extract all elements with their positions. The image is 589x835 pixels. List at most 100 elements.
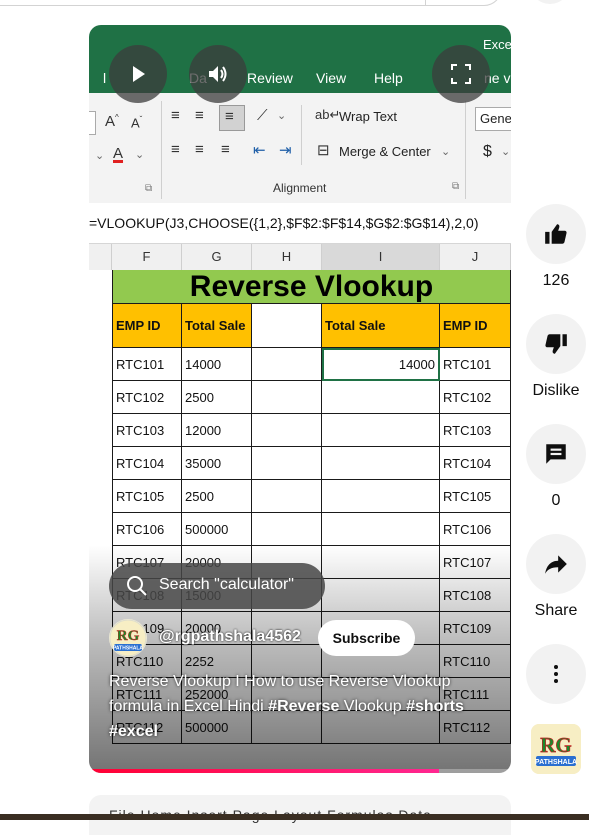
cell-emp-id: RTC105	[112, 480, 182, 513]
search-suggestion-chip[interactable]: Search "calculator"	[109, 563, 325, 609]
cell-lookup-id: RTC101	[440, 348, 511, 381]
orientation-icon: ⟋	[257, 107, 268, 124]
cell-result	[322, 447, 440, 480]
channel-avatar[interactable]: RG PATHSHALA	[109, 619, 147, 657]
column-header-g: G	[182, 244, 252, 270]
tab-view: View	[316, 70, 347, 86]
short-video-player[interactable]: Exce Da Review View Help ne v l A^ Aˇ ⌄ …	[89, 25, 511, 773]
share-arrow-icon	[545, 555, 567, 574]
column-header-i: I	[322, 244, 440, 270]
subscribe-button[interactable]: Subscribe	[318, 620, 415, 656]
cell-emp-id: RTC104	[112, 447, 182, 480]
font-color-icon: A	[113, 145, 124, 162]
cell-total-sale: 35000	[182, 447, 252, 480]
cell-blank	[252, 480, 322, 513]
chevron-down-icon: ⌄	[95, 150, 105, 162]
font-dialog-launcher-icon: ⧉	[145, 183, 153, 194]
align-left-icon: ≡	[171, 141, 180, 158]
channel-handle[interactable]: @rgpathshala4562	[159, 628, 301, 646]
ribbon-divider	[161, 101, 162, 199]
tab-review: Review	[247, 70, 293, 86]
column-header-blank	[89, 244, 112, 270]
font-size-box	[89, 111, 96, 135]
chevron-down-icon: ⌄	[277, 110, 287, 122]
cell-lookup-id: RTC104	[440, 447, 511, 480]
svg-text:RG: RG	[540, 733, 572, 757]
sheet-title: Reverse Vlookup	[112, 270, 511, 304]
chevron-down-icon: ⌄	[441, 146, 451, 158]
column-header-j: J	[440, 244, 511, 270]
cell-emp-id: RTC101	[112, 348, 182, 381]
align-bottom-button: ≡	[219, 105, 245, 131]
merge-center-label: Merge & Center	[339, 144, 431, 159]
cell-blank	[252, 348, 322, 381]
comment-icon	[546, 444, 566, 464]
mute-button[interactable]	[189, 45, 247, 103]
top-icon-button[interactable]	[530, 0, 570, 4]
cell-result	[322, 480, 440, 513]
cell-total-sale: 500000	[182, 513, 252, 546]
column-headers: F G H I J	[89, 244, 511, 271]
number-format-box: Gener	[475, 107, 511, 131]
cell-total-sale: 2500	[182, 480, 252, 513]
like-button[interactable]	[526, 204, 586, 264]
hashtag-link[interactable]: #Reverse	[268, 698, 339, 715]
top-search-bar[interactable]	[0, 0, 502, 6]
header-emp-id: EMP ID	[112, 304, 182, 348]
svg-text:RG: RG	[117, 628, 140, 644]
increase-indent-icon: ⇥	[279, 142, 292, 159]
cell-total-sale: 14000	[182, 348, 252, 381]
play-button[interactable]	[109, 45, 167, 103]
hashtag-link[interactable]: #excel	[109, 723, 158, 740]
cell-lookup-id: RTC103	[440, 414, 511, 447]
cell-result: 14000	[322, 348, 440, 381]
merge-center-icon: ⊟	[317, 142, 330, 159]
cell-total-sale: 2500	[182, 381, 252, 414]
number-format-label: Gener	[480, 111, 511, 126]
cell-result	[322, 414, 440, 447]
svg-text:PATHSHALA: PATHSHALA	[113, 646, 143, 652]
share-button[interactable]	[526, 534, 586, 594]
formula-text: =VLOOKUP(J3,CHOOSE({1,2},$F$2:$F$14,$G$2…	[89, 215, 479, 231]
bottom-edge-bar	[0, 814, 589, 820]
align-right-icon: ≡	[221, 141, 230, 158]
increase-font-icon: A^	[105, 113, 119, 130]
dislike-button[interactable]	[526, 314, 586, 374]
fullscreen-button[interactable]	[432, 45, 490, 103]
formula-bar: =VLOOKUP(J3,CHOOSE({1,2},$F$2:$F$14,$G$2…	[89, 203, 511, 244]
thumbs-down-icon	[545, 334, 567, 354]
alignment-dialog-launcher-icon: ⧉	[452, 181, 460, 192]
hashtag-link[interactable]: #shorts	[406, 698, 464, 715]
cell-emp-id: RTC106	[112, 513, 182, 546]
chevron-down-icon: ⌄	[501, 146, 511, 158]
comment-count: 0	[551, 492, 561, 509]
play-icon	[133, 66, 145, 82]
channel-thumbnail[interactable]: RG PATHSHALA	[531, 724, 581, 774]
dislike-label: Dislike	[532, 382, 580, 399]
video-title[interactable]: Reverse Vlookup I How to use Reverse Vlo…	[109, 669, 499, 744]
ribbon-divider	[465, 101, 466, 199]
align-bottom-icon: ≡	[225, 108, 234, 125]
wrap-text-label: Wrap Text	[339, 109, 398, 124]
ribbon-divider	[301, 105, 302, 165]
search-chip-label: Search "calculator"	[159, 576, 294, 593]
more-options-button[interactable]	[526, 644, 586, 704]
excel-ribbon: A^ Aˇ ⌄ A ⌄ ⧉ ≡ ≡ ≡ ⟋ ⌄ ab↵ Wrap Text ≡ …	[89, 93, 511, 204]
progress-bar-fill	[89, 769, 440, 773]
cell-lookup-id: RTC105	[440, 480, 511, 513]
svg-text:PATHSHALA: PATHSHALA	[535, 759, 577, 766]
rg-pathshala-logo-icon: RG PATHSHALA	[531, 724, 581, 774]
alignment-group-label: Alignment	[273, 181, 327, 195]
align-center-icon: ≡	[195, 141, 204, 158]
title-text: Vlookup	[339, 698, 407, 715]
header-total-sale: Total Sale	[182, 304, 252, 348]
chevron-down-icon: ⌄	[135, 149, 145, 161]
comments-button[interactable]	[526, 424, 586, 484]
cell-blank	[252, 447, 322, 480]
wrap-text-icon: ab↵	[315, 107, 341, 122]
channel-row: RG PATHSHALA @rgpathshala4562 Subscribe	[109, 619, 509, 659]
align-middle-icon: ≡	[195, 107, 204, 124]
cell-total-sale: 12000	[182, 414, 252, 447]
thumbs-up-icon	[545, 224, 567, 244]
header-blank	[252, 304, 322, 348]
